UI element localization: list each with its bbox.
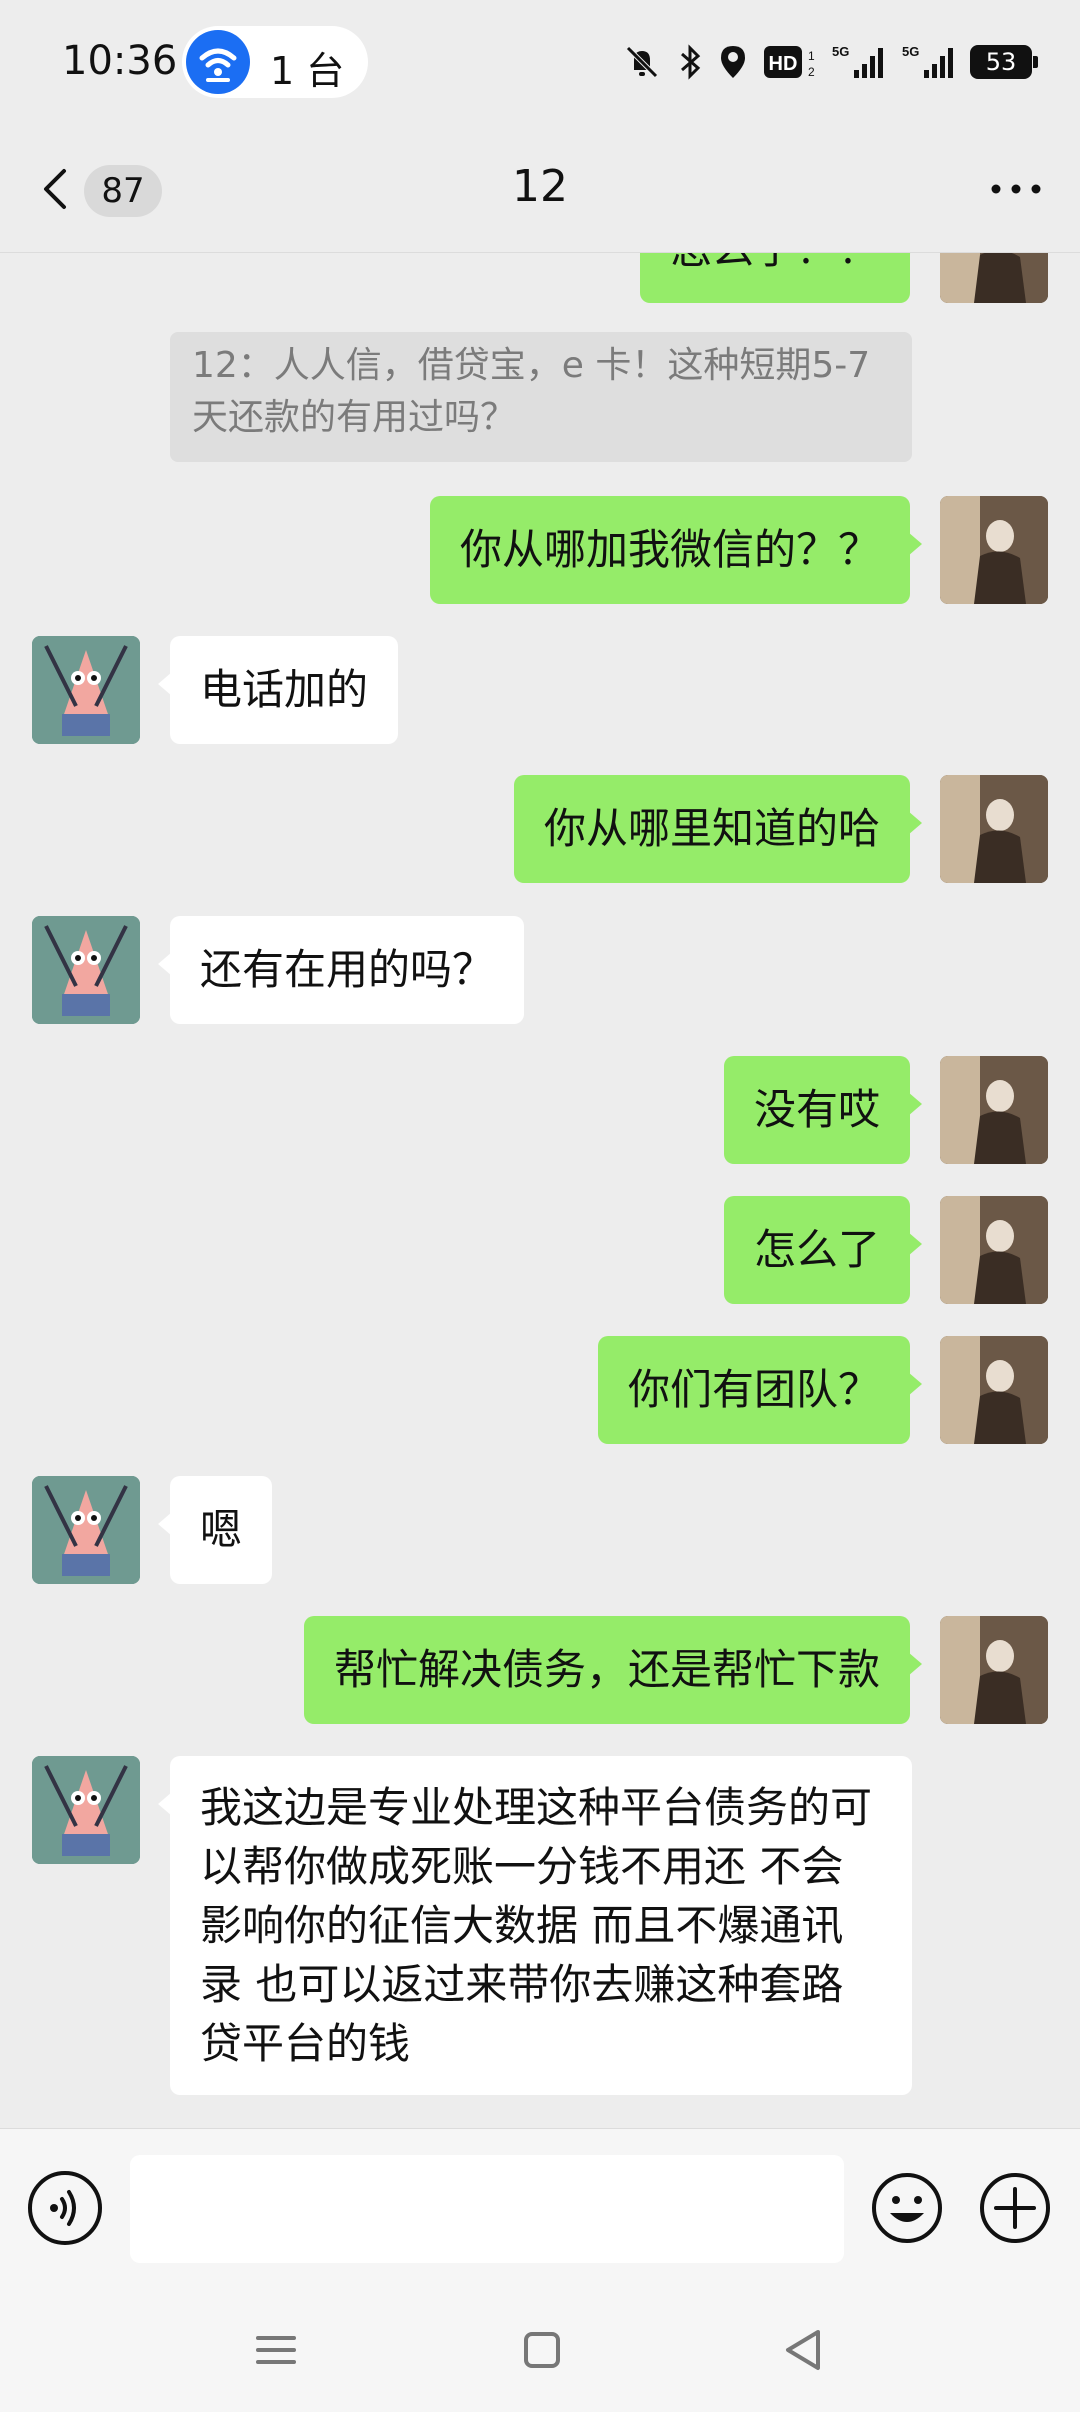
- recent-apps-button[interactable]: [252, 2326, 300, 2374]
- message-row: 你从哪里知道的哈: [0, 775, 1080, 883]
- my-avatar[interactable]: [940, 1196, 1048, 1304]
- mute-icon: [626, 46, 658, 78]
- 5g-signal-icon: 5G: [902, 44, 953, 78]
- 5g-signal-icon: 5G: [832, 44, 883, 78]
- svg-text:1: 1: [808, 49, 815, 63]
- contact-avatar[interactable]: [32, 1476, 140, 1584]
- bluetooth-icon: [681, 44, 701, 80]
- hotspot-icon: [186, 30, 250, 94]
- message-bubble[interactable]: 怎么了？？: [639, 253, 923, 303]
- chat-title: 12: [512, 161, 568, 212]
- contact-avatar[interactable]: [32, 1756, 140, 1864]
- message-row: 怎么了: [0, 1196, 1080, 1304]
- message-bubble[interactable]: 帮忙解决债务，还是帮忙下款: [303, 1616, 923, 1724]
- more-icon: [991, 184, 1041, 194]
- message-bubble[interactable]: 电话加的: [157, 636, 399, 744]
- svg-text:HD: HD: [769, 53, 798, 75]
- my-avatar[interactable]: [940, 496, 1048, 604]
- hd-icon: HD 1 2: [764, 46, 815, 79]
- location-icon: [721, 46, 745, 78]
- more-button[interactable]: [984, 165, 1048, 213]
- battery-level: 53: [985, 48, 1017, 76]
- message-bubble[interactable]: 没有哎: [723, 1056, 923, 1164]
- input-bar: [0, 2128, 1080, 2289]
- my-avatar[interactable]: [940, 1616, 1048, 1724]
- message-bubble[interactable]: 你从哪加我微信的？？: [429, 496, 923, 604]
- message-row: 电话加的: [0, 636, 1080, 744]
- message-bubble[interactable]: 怎么了: [723, 1196, 923, 1304]
- status-bar: 10:36 1 台 HD 1 2 5G 5G 53: [0, 0, 1080, 125]
- voice-button[interactable]: [28, 2171, 102, 2245]
- plus-button[interactable]: [978, 2171, 1052, 2245]
- message-row: 你从哪加我微信的？？: [0, 496, 1080, 604]
- message-row: 怎么了？？: [0, 253, 1080, 325]
- message-row: 嗯: [0, 1476, 1080, 1584]
- battery-icon: 53: [970, 45, 1038, 79]
- svg-text:5G: 5G: [902, 44, 919, 59]
- hotspot-label: 1 台: [270, 49, 345, 93]
- chat-area[interactable]: 怎么了？？ 12：人人信，借贷宝，e 卡！这种短期5-7 天还款的有用过吗？ 你…: [0, 253, 1080, 2128]
- my-avatar[interactable]: [940, 775, 1048, 883]
- home-icon: [524, 2332, 560, 2368]
- home-button[interactable]: [518, 2326, 566, 2374]
- menu-icon: [256, 2336, 296, 2364]
- emoji-button[interactable]: [870, 2171, 944, 2245]
- message-bubble[interactable]: 我这边是专业处理这种平台债务的可以帮你做成死账一分钱不用还 不会影响你的征信大数…: [158, 1756, 912, 2095]
- back-icon: [786, 2330, 820, 2370]
- my-avatar[interactable]: [940, 1056, 1048, 1164]
- my-avatar[interactable]: [940, 253, 1048, 303]
- emoji-icon: [872, 2173, 942, 2243]
- svg-text:5G: 5G: [832, 44, 849, 59]
- message-row: 我这边是专业处理这种平台债务的可以帮你做成死账一分钱不用还 不会影响你的征信大数…: [0, 1756, 1080, 2096]
- contact-avatar[interactable]: [32, 636, 140, 744]
- status-icons: HD 1 2 5G 5G 53: [622, 36, 1038, 88]
- message-row: 帮忙解决债务，还是帮忙下款: [0, 1616, 1080, 1724]
- my-avatar[interactable]: [940, 1336, 1048, 1444]
- message-bubble[interactable]: 还有在用的吗？: [157, 916, 525, 1024]
- message-input[interactable]: [130, 2155, 844, 2263]
- status-time: 10:36: [62, 38, 178, 84]
- svg-text:2: 2: [808, 65, 815, 79]
- voice-icon: [50, 2190, 76, 2226]
- chat-header: 87 12: [0, 125, 1080, 253]
- contact-avatar[interactable]: [32, 916, 140, 1024]
- hotspot-pill[interactable]: 1 台: [182, 26, 368, 98]
- quoted-message[interactable]: 12：人人信，借贷宝，e 卡！这种短期5-7 天还款的有用过吗？: [170, 332, 912, 462]
- message-row: 还有在用的吗？: [0, 916, 1080, 1024]
- system-nav-bar: [0, 2288, 1080, 2412]
- message-bubble[interactable]: 嗯: [157, 1476, 273, 1584]
- system-back-button[interactable]: [780, 2326, 828, 2374]
- message-bubble[interactable]: 你们有团队？: [597, 1336, 923, 1444]
- plus-icon: [980, 2173, 1050, 2243]
- message-bubble[interactable]: 你从哪里知道的哈: [513, 775, 923, 883]
- message-row: 没有哎: [0, 1056, 1080, 1164]
- message-row: 你们有团队？: [0, 1336, 1080, 1444]
